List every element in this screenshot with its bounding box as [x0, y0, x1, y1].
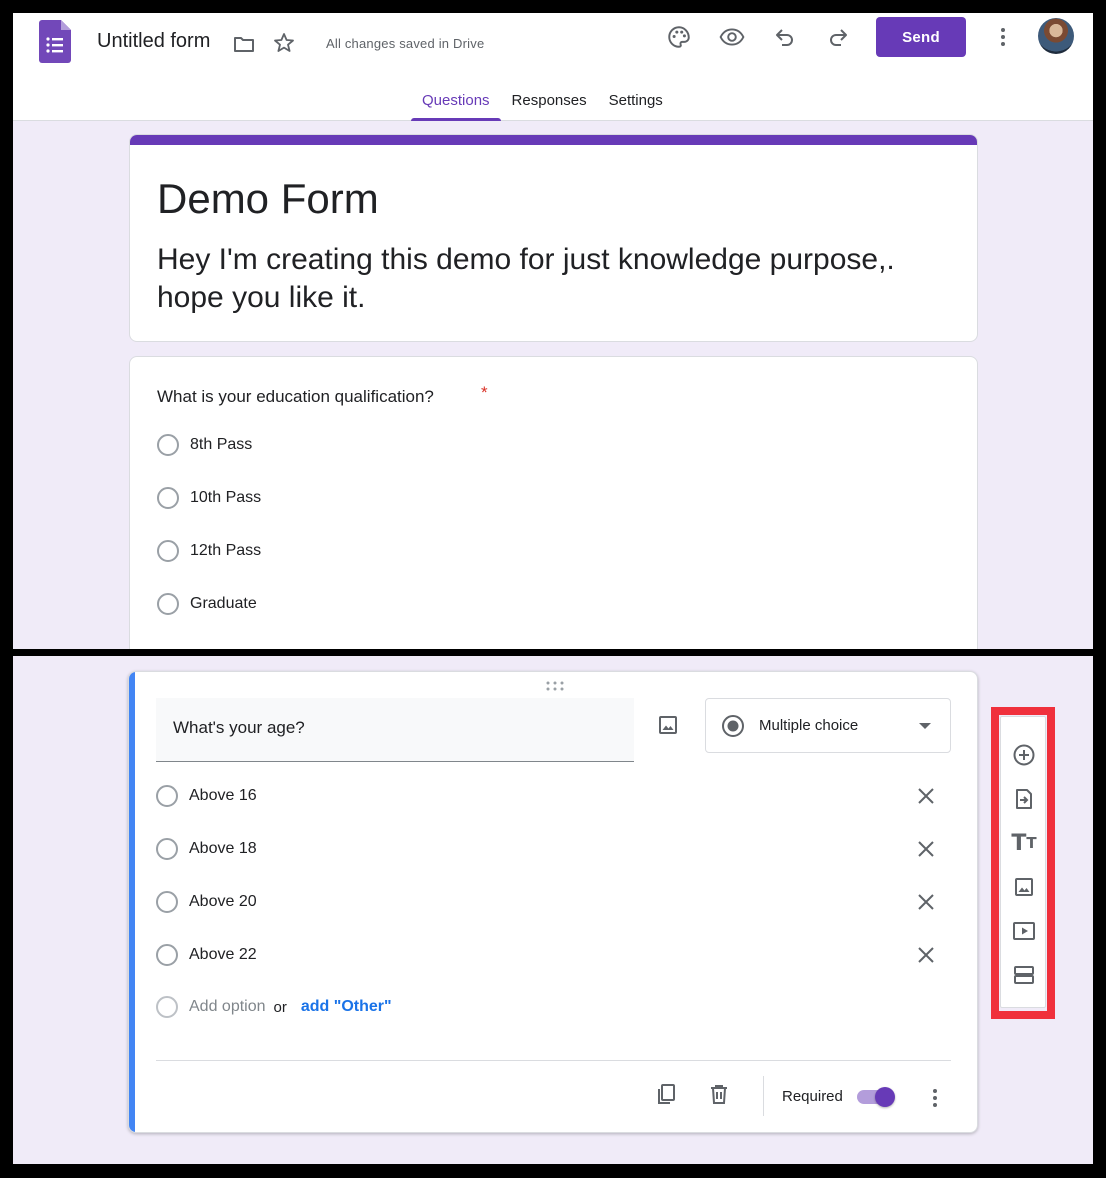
close-icon[interactable] [914, 784, 938, 808]
add-other-button[interactable]: add "Other" [301, 998, 392, 1016]
folder-icon[interactable] [231, 31, 257, 57]
add-option-row: Add option or add "Other" [156, 996, 392, 1018]
forms-logo-icon[interactable] [39, 20, 71, 63]
form-heading[interactable]: Demo Form [157, 175, 379, 223]
required-asterisk: * [481, 383, 488, 402]
question-card-education[interactable]: What is your education qualification? * … [129, 356, 978, 649]
add-question-icon[interactable] [1012, 743, 1036, 767]
avatar[interactable] [1038, 18, 1074, 54]
radio-checked-icon [722, 714, 744, 737]
eye-icon[interactable] [719, 24, 745, 50]
tab-settings[interactable]: Settings [598, 91, 674, 121]
form-description[interactable]: Hey I'm creating this demo for just know… [157, 241, 967, 317]
option-label: 10th Pass [190, 489, 262, 506]
radio-icon[interactable] [157, 487, 179, 509]
form-editor-top: Untitled form All changes saved in Drive… [13, 13, 1093, 649]
footer-divider [156, 1060, 951, 1061]
radio-icon [156, 944, 178, 966]
option-label[interactable]: Above 22 [189, 946, 257, 964]
tab-responses[interactable]: Responses [501, 91, 598, 121]
list-item[interactable]: Above 20 [156, 890, 257, 914]
add-option-button[interactable]: Add option [189, 998, 266, 1016]
question-title-input[interactable]: What's your age? [156, 698, 634, 762]
question-type-dropdown[interactable]: Multiple choice [705, 698, 951, 753]
radio-icon[interactable] [157, 593, 179, 615]
delete-icon[interactable] [707, 1082, 731, 1106]
add-image-icon[interactable] [656, 713, 680, 737]
footer-separator [763, 1076, 764, 1116]
send-button[interactable]: Send [876, 17, 966, 57]
list-item[interactable]: 8th Pass [157, 433, 252, 457]
required-toggle[interactable] [857, 1087, 897, 1107]
tab-questions[interactable]: Questions [411, 91, 501, 121]
active-question-bar [129, 672, 135, 1132]
radio-icon [156, 838, 178, 860]
list-item[interactable]: Above 22 [156, 943, 257, 967]
option-label[interactable]: Above 16 [189, 787, 257, 805]
tab-bar: Questions Responses Settings [411, 91, 674, 121]
list-item[interactable]: Above 18 [156, 837, 257, 861]
radio-icon[interactable] [157, 434, 179, 456]
drag-handle-icon[interactable] [545, 681, 565, 691]
more-vert-icon[interactable] [990, 24, 1016, 50]
undo-icon[interactable] [772, 24, 798, 50]
list-item[interactable]: Above 16 [156, 784, 257, 808]
radio-icon [156, 891, 178, 913]
radio-icon [156, 785, 178, 807]
chevron-down-icon [919, 723, 931, 729]
question-text: What is your education qualification? [157, 387, 434, 406]
star-icon[interactable] [271, 30, 297, 56]
form-title-card[interactable]: Demo Form Hey I'm creating this demo for… [129, 134, 978, 342]
close-icon[interactable] [914, 890, 938, 914]
palette-icon[interactable] [666, 24, 692, 50]
form-accent-bar [130, 135, 977, 145]
redo-icon[interactable] [825, 24, 851, 50]
app-header: Untitled form All changes saved in Drive… [13, 13, 1093, 121]
close-icon[interactable] [914, 837, 938, 861]
duplicate-icon[interactable] [654, 1082, 678, 1106]
option-label: 8th Pass [190, 436, 253, 453]
list-item[interactable]: 12th Pass [157, 539, 261, 563]
option-label[interactable]: Above 18 [189, 840, 257, 858]
option-label: 12th Pass [190, 542, 262, 559]
list-item[interactable]: 10th Pass [157, 486, 261, 510]
add-image-icon[interactable] [1012, 875, 1036, 899]
question-type-label: Multiple choice [759, 717, 859, 734]
toggle-thumb [875, 1087, 895, 1107]
add-section-icon[interactable] [1012, 963, 1036, 987]
or-text: or [273, 998, 287, 1016]
import-questions-icon[interactable] [1012, 787, 1036, 811]
list-item[interactable]: Graduate [157, 592, 257, 616]
required-label: Required [782, 1088, 843, 1105]
question-card-age[interactable]: What's your age? Multiple choice Above 1… [128, 671, 978, 1133]
option-label: Graduate [190, 595, 257, 612]
add-title-icon[interactable]: TT [1011, 831, 1036, 856]
close-icon[interactable] [914, 943, 938, 967]
more-vert-icon[interactable] [923, 1086, 947, 1110]
option-label[interactable]: Above 20 [189, 893, 257, 911]
save-status: All changes saved in Drive [326, 36, 485, 51]
floating-toolbar: TT [1000, 716, 1046, 1008]
radio-icon[interactable] [157, 540, 179, 562]
form-editor-bottom: What's your age? Multiple choice Above 1… [13, 656, 1093, 1164]
form-title[interactable]: Untitled form [97, 30, 210, 53]
radio-icon [156, 996, 178, 1018]
add-video-icon[interactable] [1012, 919, 1036, 943]
